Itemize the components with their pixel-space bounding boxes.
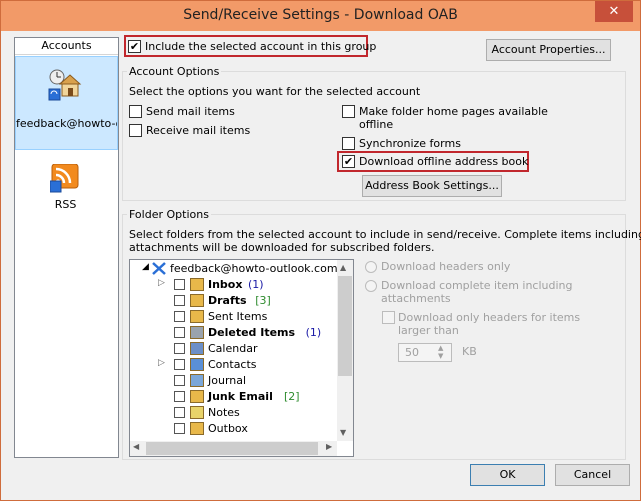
folder-checkbox[interactable]: [174, 359, 185, 370]
download-headers-only-label: Download headers only: [381, 260, 511, 273]
accounts-header: Accounts: [15, 38, 118, 55]
collapse-arrow-icon[interactable]: ◢: [142, 262, 149, 272]
outbox-icon: [190, 422, 204, 435]
folder-label: Junk Email: [208, 390, 273, 403]
folder-count-badge: [2]: [284, 390, 300, 403]
download-complete-radio[interactable]: [365, 280, 377, 292]
folder-count-badge: [3]: [255, 294, 271, 307]
folder-checkbox[interactable]: [174, 327, 185, 338]
tree-scroll-thumb[interactable]: [338, 276, 352, 376]
download-complete-label-line2: attachments: [381, 292, 451, 305]
size-unit-label: KB: [462, 345, 477, 358]
folder-checkbox[interactable]: [174, 375, 185, 386]
ok-button[interactable]: OK: [470, 464, 545, 486]
tree-vertical-scrollbar[interactable]: ▲ ▼: [337, 260, 353, 441]
folder-label: Inbox: [208, 278, 243, 291]
account-options-title: Account Options: [127, 65, 222, 78]
size-value: 50: [405, 346, 419, 359]
download-complete-label: Download complete item including: [381, 279, 573, 292]
folder-label: Sent Items: [208, 310, 268, 323]
spinner-arrows-icon[interactable]: ▲ ▼: [438, 344, 443, 360]
account-item-feedback[interactable]: feedback@howto-outlook.com: [15, 56, 118, 150]
folder-label: Contacts: [208, 358, 257, 371]
folder-label: Journal: [208, 374, 247, 387]
account-options-instruction: Select the options you want for the sele…: [129, 85, 421, 98]
folder-label: Deleted Items: [208, 326, 296, 339]
account-label-feedback: feedback@howto-outlook.com: [16, 117, 117, 130]
journal-icon: [190, 374, 204, 387]
contacts-icon: [190, 358, 204, 371]
folder-label: Notes: [208, 406, 240, 419]
synchronize-forms-checkbox[interactable]: [342, 137, 355, 150]
send-mail-label: Send mail items: [146, 105, 235, 118]
folder-label: Outbox: [208, 422, 248, 435]
tree-hscroll-thumb[interactable]: [146, 442, 318, 455]
exchange-account-icon: [152, 262, 166, 275]
folder-checkbox[interactable]: [174, 407, 185, 418]
drafts-icon: [190, 294, 204, 307]
synchronize-forms-label: Synchronize forms: [359, 137, 461, 150]
tree-root-label: feedback@howto-outlook.com: [170, 262, 338, 275]
folder-checkbox[interactable]: [174, 311, 185, 322]
make-folder-home-label-line2: offline: [359, 118, 394, 131]
size-spinner[interactable]: 50 ▲ ▼: [398, 343, 452, 362]
folder-options-description: Select folders from the selected account…: [129, 228, 641, 241]
sent-items-icon: [190, 310, 204, 323]
account-label-rss: RSS: [54, 198, 77, 211]
tree-horizontal-scrollbar[interactable]: ◀ ▶: [130, 441, 337, 456]
calendar-icon: [190, 342, 204, 355]
include-account-checkbox[interactable]: ✔: [128, 40, 141, 53]
account-properties-button[interactable]: Account Properties...: [486, 39, 611, 61]
include-account-label: Include the selected account in this gro…: [145, 40, 377, 53]
dialog-body: Accounts feedback@howto-outlook.com: [8, 31, 641, 494]
receive-mail-label: Receive mail items: [146, 124, 251, 137]
folder-checkbox[interactable]: [174, 423, 185, 434]
address-book-settings-button[interactable]: Address Book Settings...: [362, 175, 502, 197]
make-folder-home-checkbox[interactable]: [342, 105, 355, 118]
download-headers-larger-label: Download only headers for items: [398, 311, 581, 324]
folder-checkbox[interactable]: [174, 343, 185, 354]
folder-label: Drafts: [208, 294, 247, 307]
folder-options-title: Folder Options: [127, 208, 211, 221]
expand-arrow-icon[interactable]: ▷: [158, 358, 165, 368]
accounts-list[interactable]: Accounts feedback@howto-outlook.com: [14, 37, 119, 458]
send-mail-checkbox[interactable]: [129, 105, 142, 118]
account-item-rss[interactable]: RSS: [15, 156, 118, 216]
download-headers-larger-label-line2: larger than: [398, 324, 459, 337]
notes-icon: [190, 406, 204, 419]
expand-arrow-icon[interactable]: ▷: [158, 278, 165, 288]
folder-checkbox[interactable]: [174, 279, 185, 290]
title-bar: Send/Receive Settings - Download OAB ✕: [1, 1, 640, 31]
folder-options-description-line2: attachments will be downloaded for subsc…: [129, 241, 435, 254]
download-headers-larger-checkbox[interactable]: [382, 311, 395, 324]
rss-icon: [50, 164, 79, 193]
window-title: Send/Receive Settings - Download OAB: [183, 7, 458, 23]
junk-icon: [190, 390, 204, 403]
folder-tree[interactable]: ◢ feedback@howto-outlook.com ▷ Inbox (1) Dr…: [129, 259, 354, 457]
folder-count-badge: (1): [248, 278, 264, 291]
folder-count-badge: (1): [305, 326, 322, 339]
download-headers-only-radio[interactable]: [365, 261, 377, 273]
inbox-icon: [190, 278, 204, 291]
close-button[interactable]: ✕: [595, 1, 633, 22]
folder-label: Calendar: [208, 342, 258, 355]
folder-checkbox[interactable]: [174, 391, 185, 402]
download-oab-label: Download offline address book: [359, 155, 529, 168]
receive-mail-checkbox[interactable]: [129, 124, 142, 137]
download-oab-checkbox[interactable]: ✔: [342, 155, 355, 168]
send-receive-settings-window: Send/Receive Settings - Download OAB ✕ A…: [0, 0, 641, 501]
cancel-button[interactable]: Cancel: [555, 464, 630, 486]
folder-checkbox[interactable]: [174, 295, 185, 306]
mail-account-icon: [48, 69, 82, 101]
trash-icon: [190, 326, 204, 339]
make-folder-home-label: Make folder home pages available: [359, 105, 548, 118]
